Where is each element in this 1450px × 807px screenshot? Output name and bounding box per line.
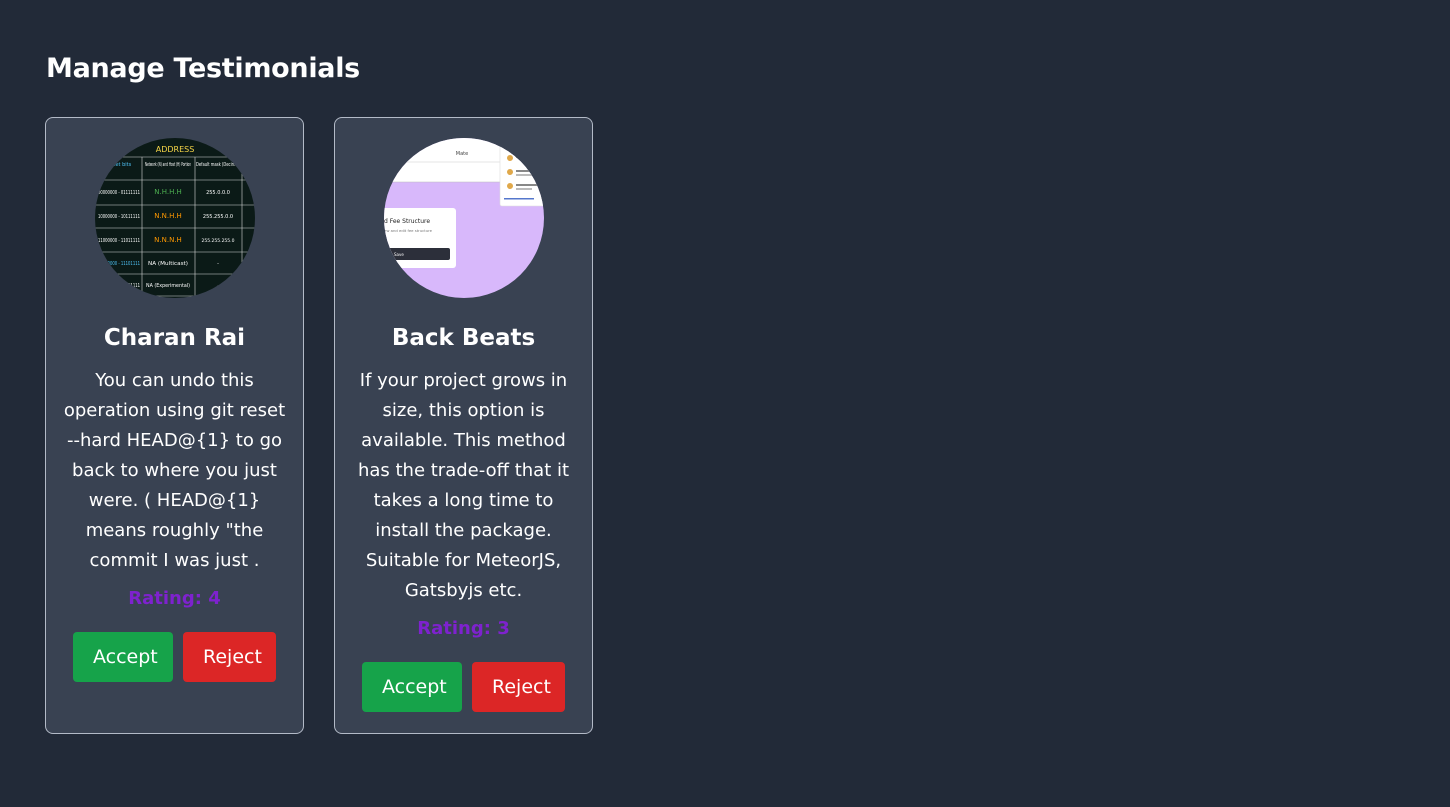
testimonial-card: Mate d Fee Structure ew and edit fee str… (334, 117, 593, 734)
reject-button[interactable]: Reject (183, 632, 276, 682)
svg-text:255.255.255.0: 255.255.255.0 (201, 238, 234, 244)
svg-text:Octet bits: Octet bits (106, 162, 131, 168)
svg-text:Mate: Mate (455, 151, 467, 157)
rating-text: Rating: 4 (128, 588, 221, 609)
testimonial-list: ADDRESS Octet bits Network (N) and Host … (45, 117, 593, 734)
svg-text:-: - (217, 283, 219, 289)
svg-text:NA (Experimental): NA (Experimental) (146, 283, 190, 289)
svg-text:11100000 - 11101111: 11100000 - 11101111 (98, 261, 140, 267)
svg-text:00000000 - 01111111: 00000000 - 01111111 (98, 190, 140, 196)
testimonial-name: Back Beats (391, 325, 536, 351)
svg-text:255.255.0.0: 255.255.0.0 (202, 214, 232, 220)
svg-text:Save: Save (394, 252, 404, 257)
svg-text:255.0.0.0: 255.0.0.0 (206, 190, 230, 196)
avatar: Mate d Fee Structure ew and edit fee str… (383, 138, 544, 298)
svg-text:N.N.N.H: N.N.N.H (154, 236, 182, 244)
fee-structure-screenshot-image: Mate d Fee Structure ew and edit fee str… (383, 138, 544, 298)
accept-button[interactable]: Accept (362, 662, 462, 712)
svg-text:N.H.H.H: N.H.H.H (154, 188, 181, 196)
card-actions: Accept Reject (362, 662, 565, 712)
accept-button[interactable]: Accept (73, 632, 173, 682)
svg-text:ADDRESS: ADDRESS (155, 145, 194, 154)
svg-text:10000000 - 10111111: 10000000 - 10111111 (98, 214, 140, 220)
testimonial-message: If your project grows in size, this opti… (357, 370, 570, 601)
avatar: ADDRESS Octet bits Network (N) and Host … (94, 138, 255, 298)
page-title: Manage Testimonials (46, 53, 360, 84)
svg-text:-: - (217, 261, 219, 267)
svg-text:11000000 - 11011111: 11000000 - 11011111 (98, 238, 140, 244)
svg-text:Network (N) and Host (H) Porti: Network (N) and Host (H) Portion (145, 162, 191, 168)
svg-text:11110000 - 11111111: 11110000 - 11111111 (98, 283, 140, 289)
rating-label: Rating: 4 (128, 586, 220, 612)
svg-text:d Fee Structure: d Fee Structure (384, 218, 430, 225)
rating-text: Rating: 3 (417, 618, 510, 639)
ip-address-table-image: ADDRESS Octet bits Network (N) and Host … (94, 138, 255, 298)
svg-text:Default mask (Decimal): Default mask (Decimal) (196, 162, 240, 168)
testimonial-card: ADDRESS Octet bits Network (N) and Host … (45, 117, 304, 734)
svg-text:ew and edit fee structure: ew and edit fee structure (384, 228, 433, 233)
testimonial-name: Charan Rai (103, 325, 246, 351)
testimonial-message: You can undo this operation using git re… (63, 370, 286, 571)
svg-text:N.N.H.H: N.N.H.H (154, 212, 182, 220)
svg-text:NA (Multicast): NA (Multicast) (148, 261, 188, 267)
rating-label: Rating: 3 (417, 616, 509, 642)
reject-button[interactable]: Reject (472, 662, 565, 712)
card-actions: Accept Reject (73, 632, 276, 682)
page: Manage Testimonials ADDRESS Octet bits N… (0, 0, 1450, 807)
